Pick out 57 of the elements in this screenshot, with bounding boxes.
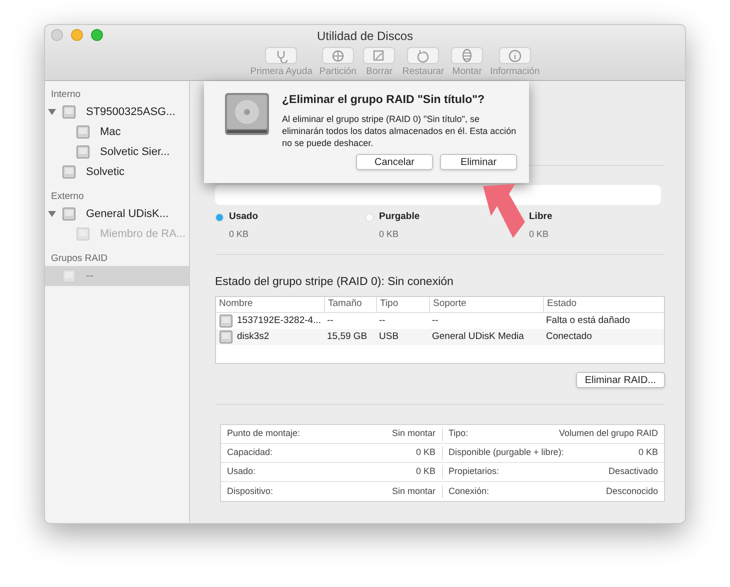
dialog-message: Al eliminar el grupo stripe (RAID 0) "Sin título", se eliminarán todos los datos almacenados en él. Esta acción no se puede deshacer. — [282, 113, 517, 150]
table-cell-text: Falta o está dañado — [545, 314, 631, 328]
legend-value: 0 KB — [229, 228, 250, 242]
info-label: Conexión: — [448, 484, 490, 498]
info-value: Sin montar — [392, 427, 436, 440]
legend-label: Libre — [529, 210, 552, 224]
table-cell-text: 15,59 GB — [326, 330, 368, 344]
table-cell-text: 1537192E-3282-4... — [237, 314, 321, 328]
sidebar-item[interactable]: ST9500325ASG... — [45, 102, 189, 122]
info-label: Usado: — [227, 465, 256, 478]
info-value: 0 KB — [416, 446, 436, 460]
column-header[interactable]: Estado — [543, 297, 663, 312]
info-value: Desconocido — [606, 484, 658, 498]
info-label: Capacidad: — [227, 446, 273, 460]
delete-raid-button[interactable]: Eliminar RAID... — [576, 372, 665, 388]
table-cell-text: Conectado — [545, 330, 593, 344]
column-header[interactable]: Tamaño — [324, 297, 376, 312]
column-header[interactable]: Soporte — [429, 297, 543, 312]
info-label: Disponible (purgable + libre): — [448, 446, 564, 460]
hard-drive-icon — [224, 92, 270, 136]
info-value: 0 KB — [638, 446, 658, 460]
sidebar-item[interactable]: Solvetic Sier... — [45, 142, 189, 162]
legend-value: 0 KB — [529, 228, 550, 242]
info-label: Dispositivo: — [227, 484, 274, 498]
table-cell-text: -- — [378, 314, 386, 328]
sidebar-section-title: Interno — [50, 88, 82, 102]
info-value: Sin montar — [392, 484, 436, 498]
info-label: Tipo: — [448, 427, 468, 440]
dialog-title: ¿Eliminar el grupo RAID "Sin título"? — [282, 93, 486, 108]
legend-label: Usado — [229, 210, 258, 224]
sidebar-section-title: Externo — [50, 190, 85, 204]
column-header[interactable]: Nombre — [216, 297, 324, 312]
dialog-button[interactable]: Cancelar — [356, 154, 433, 170]
table-cell-text: -- — [431, 314, 440, 328]
sidebar-item[interactable]: Mac — [45, 122, 189, 142]
info-value: Desactivado — [608, 465, 658, 478]
info-value: 0 KB — [416, 465, 436, 478]
zoom-button[interactable] — [91, 29, 103, 41]
info-value: Volumen del grupo RAID — [558, 427, 658, 440]
table-cell-text: disk3s2 — [237, 330, 270, 344]
sidebar-section-title: Grupos RAID — [50, 252, 108, 266]
table-cell-text: USB — [378, 330, 400, 344]
legend-label: Purgable — [379, 210, 420, 224]
section-heading: Estado del grupo stripe (RAID 0): Sin conexión — [215, 274, 454, 290]
info-label: Punto de montaje: — [227, 427, 300, 440]
close-button[interactable] — [51, 29, 63, 41]
sidebar-item[interactable]: Solvetic — [45, 162, 189, 182]
mount-icon — [462, 48, 472, 63]
minimize-button[interactable] — [71, 29, 83, 41]
legend-value: 0 KB — [379, 228, 400, 242]
dialog-button[interactable]: Eliminar — [440, 154, 517, 170]
column-header[interactable]: Tipo — [376, 297, 429, 312]
info-label: Propietarios: — [448, 465, 500, 478]
table-cell-text: -- — [326, 314, 334, 328]
window-title: Utilidad de Discos — [316, 28, 414, 45]
sidebar-item[interactable]: General UDisK... — [45, 204, 189, 224]
table-cell-text: General UDisK Media — [431, 330, 525, 344]
